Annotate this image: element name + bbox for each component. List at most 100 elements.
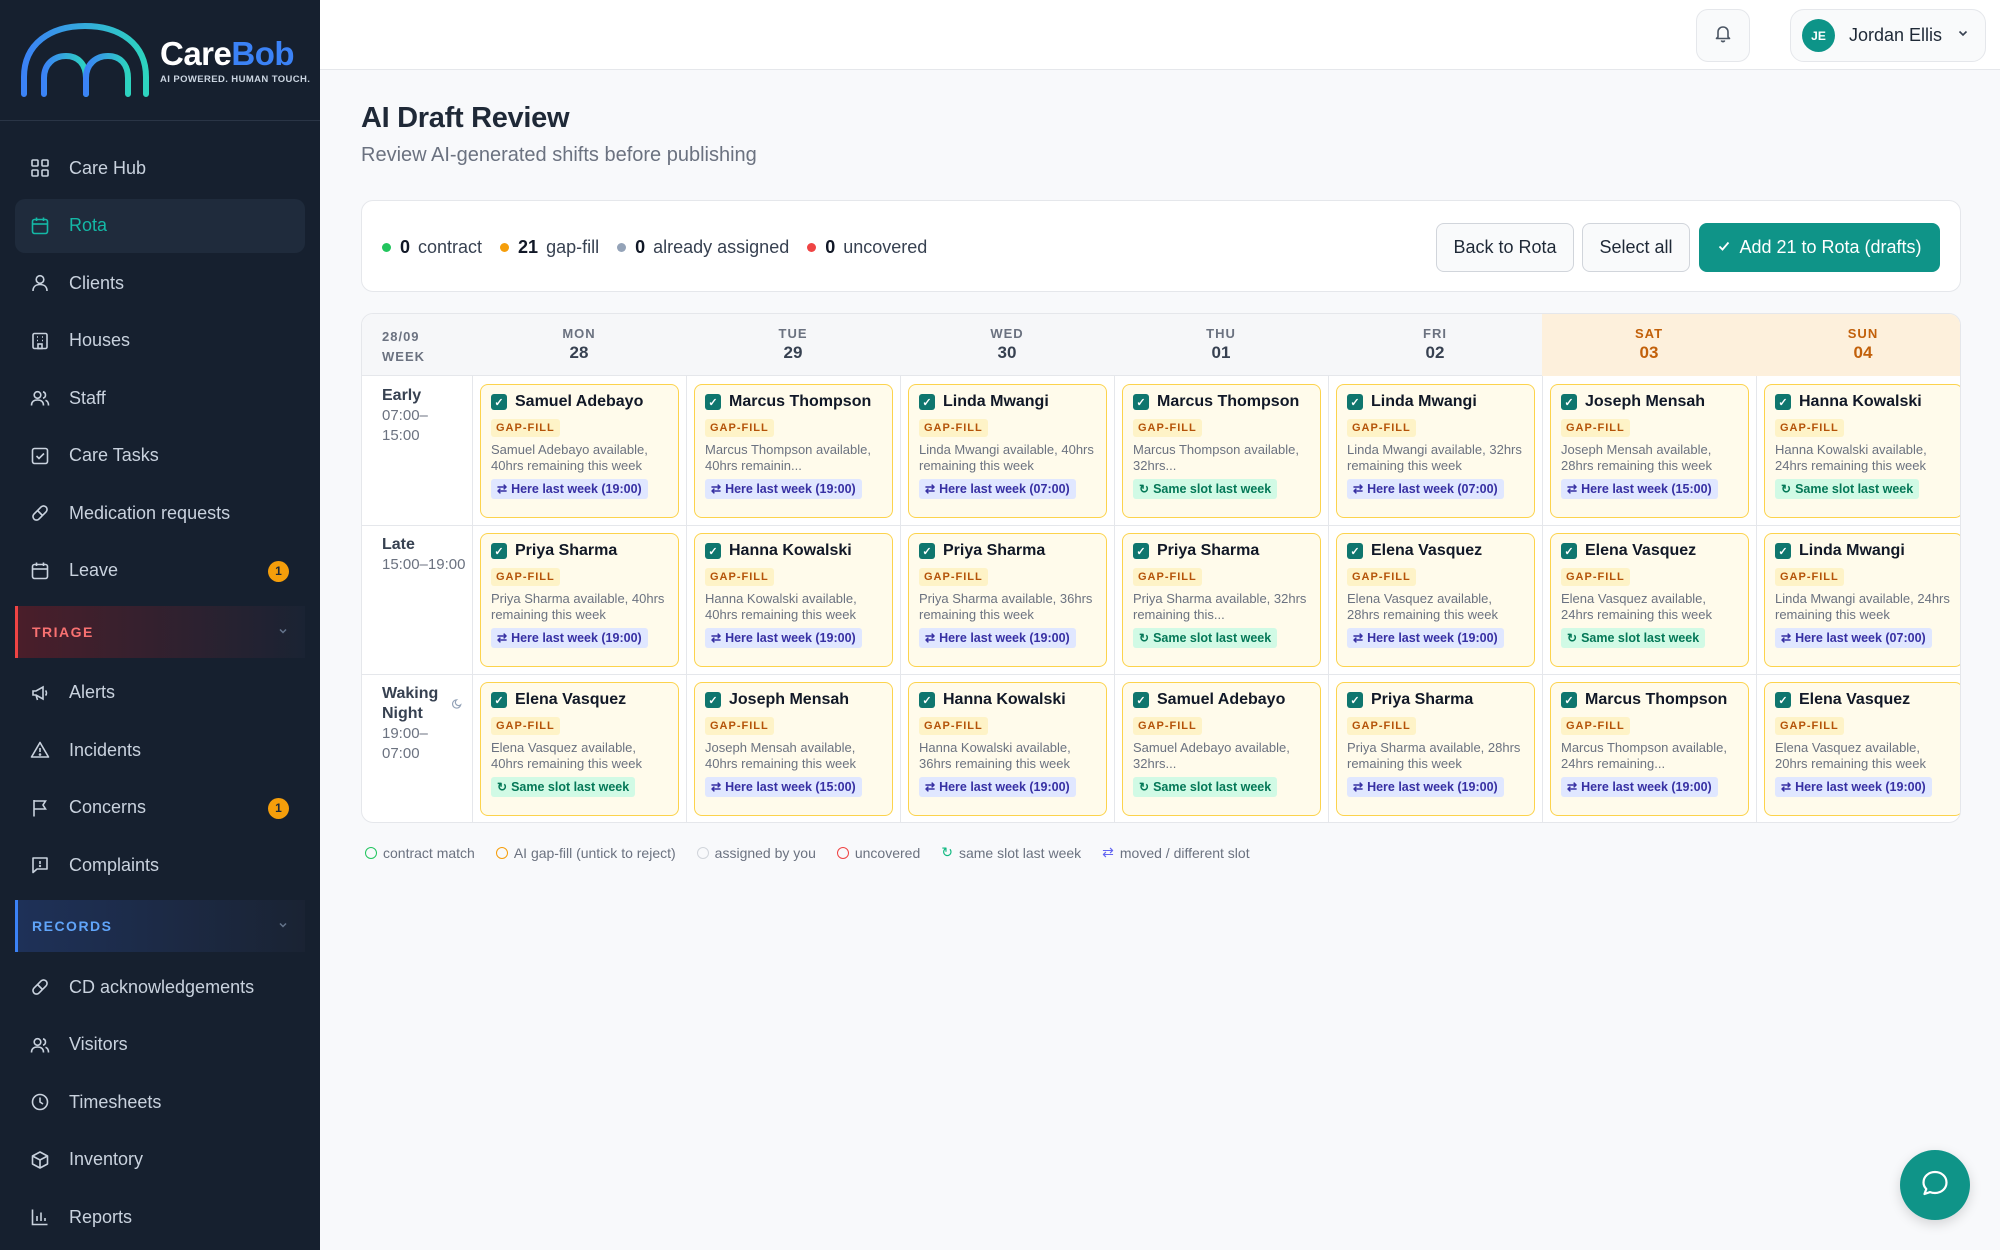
shift-card[interactable]: ✓ Priya Sharma GAP-FILL Priya Sharma availa… (480, 533, 679, 667)
shift-checkbox[interactable]: ✓ (1561, 543, 1577, 559)
shift-card[interactable]: ✓ Priya Sharma GAP-FILL Priya Sharma availa… (1122, 533, 1321, 667)
shift-checkbox[interactable]: ✓ (1133, 543, 1149, 559)
history-pill: ⇄ Here last week (19:00) (491, 479, 648, 499)
swap-icon: ⇄ (497, 631, 508, 645)
sidebar-item-houses[interactable]: Houses (15, 314, 305, 368)
shift-checkbox[interactable]: ✓ (491, 543, 507, 559)
user-menu-button[interactable]: JE Jordan Ellis (1790, 9, 1986, 62)
shift-card[interactable]: ✓ Priya Sharma GAP-FILL Priya Sharma availa… (1336, 682, 1535, 816)
triage-section-header[interactable]: TRIAGE (15, 605, 305, 658)
shift-checkbox[interactable]: ✓ (1561, 692, 1577, 708)
shift-checkbox[interactable]: ✓ (919, 394, 935, 410)
shift-card[interactable]: ✓ Hanna Kowalski GAP-FILL Hanna Kowalski av… (908, 682, 1107, 816)
legend-circle-icon (495, 846, 508, 859)
shift-card[interactable]: ✓ Samuel Adebayo GAP-FILL Samuel Adebayo av… (1122, 682, 1321, 816)
add-to-rota-label: Add 21 to Rota (drafts) (1739, 237, 1922, 257)
day-name: WED (990, 326, 1024, 341)
shift-card[interactable]: ✓ Joseph Mensah GAP-FILL Joseph Mensah avai… (1550, 384, 1749, 518)
shift-card[interactable]: ✓ Marcus Thompson GAP-FILL Marcus Thompson … (1122, 384, 1321, 518)
grid-header: 28/09 WEEK MON 28 TUE 29 WED 30 THU 01 FRI 02 SAT 0… (362, 314, 1960, 376)
shift-card[interactable]: ✓ Elena Vasquez GAP-FILL Elena Vasquez avai… (1336, 533, 1535, 667)
shift-card[interactable]: ✓ Elena Vasquez GAP-FILL Elena Vasquez avai… (480, 682, 679, 816)
shift-card[interactable]: ✓ Hanna Kowalski GAP-FILL Hanna Kowalski av… (1764, 384, 1960, 518)
shift-card[interactable]: ✓ Linda Mwangi GAP-FILL Linda Mwangi availa… (908, 384, 1107, 518)
availability-note: Joseph Mensah available, 40hrs remaining… (705, 740, 857, 771)
shift-checkbox[interactable]: ✓ (1775, 394, 1791, 410)
shift-checkbox[interactable]: ✓ (1133, 692, 1149, 708)
shift-card[interactable]: ✓ Linda Mwangi GAP-FILL Linda Mwangi availa… (1764, 533, 1960, 667)
swap-icon: ⇄ (1567, 780, 1578, 794)
notifications-button[interactable] (1696, 9, 1750, 62)
shift-checkbox[interactable]: ✓ (491, 692, 507, 708)
sidebar-item-alerts[interactable]: Alerts (15, 666, 305, 720)
shift-checkbox[interactable]: ✓ (705, 543, 721, 559)
page-subtitle: Review AI-generated shifts before publis… (361, 144, 757, 166)
shift-checkbox[interactable]: ✓ (1775, 692, 1791, 708)
availability-note: Priya Sharma available, 32hrs remaining … (1133, 591, 1307, 622)
availability-note: Marcus Thompson available, 40hrs remaini… (705, 442, 871, 473)
sidebar-item-leave[interactable]: Leave 1 (15, 544, 305, 598)
sidebar-item-care-tasks[interactable]: Care Tasks (15, 429, 305, 483)
history-pill: ⇄ Here last week (19:00) (1775, 777, 1932, 797)
swap-icon: ⇄ (1781, 780, 1792, 794)
sidebar-item-reports[interactable]: Reports (15, 1190, 305, 1244)
shift-card[interactable]: ✓ Marcus Thompson GAP-FILL Marcus Thompson … (1550, 682, 1749, 816)
sidebar-item-visitors[interactable]: Visitors (15, 1018, 305, 1072)
shift-checkbox[interactable]: ✓ (1347, 394, 1363, 410)
shift-checkbox[interactable]: ✓ (1347, 543, 1363, 559)
shift-checkbox[interactable]: ✓ (1561, 394, 1577, 410)
box-icon (29, 1149, 51, 1171)
gap-fill-tag: GAP-FILL (1561, 568, 1630, 586)
shift-checkbox[interactable]: ✓ (1775, 543, 1791, 559)
sidebar-item-label: Inventory (69, 1149, 144, 1169)
sidebar-item-cd-acknowledgements[interactable]: CD acknowledgements (15, 960, 305, 1014)
swap-icon: ⇄ (1781, 631, 1792, 645)
legend-item: ↻ same slot last week (941, 844, 1081, 861)
sidebar-item-label: Alerts (69, 682, 116, 702)
staff-name: Elena Vasquez (515, 691, 627, 708)
shift-checkbox[interactable]: ✓ (705, 394, 721, 410)
sidebar-item-complaints[interactable]: Complaints (15, 838, 305, 892)
availability-note: Linda Mwangi available, 24hrs remaining … (1775, 591, 1950, 622)
swap-icon: ⇄ (1353, 482, 1364, 496)
stat-uncovered: 0 uncovered (807, 237, 927, 258)
shift-card[interactable]: ✓ Samuel Adebayo GAP-FILL Samuel Adebayo av… (480, 384, 679, 518)
shift-checkbox[interactable]: ✓ (1347, 692, 1363, 708)
shift-card[interactable]: ✓ Hanna Kowalski GAP-FILL Hanna Kowalski av… (694, 533, 893, 667)
chat-button[interactable] (1900, 1150, 1970, 1220)
sidebar-item-incidents[interactable]: Incidents (15, 723, 305, 777)
sidebar-item-inventory[interactable]: Inventory (15, 1133, 305, 1187)
shift-card[interactable]: ✓ Marcus Thompson GAP-FILL Marcus Thompson … (694, 384, 893, 518)
history-pill-label: Same slot last week (1153, 482, 1272, 496)
logo[interactable]: CareBob AI POWERED. HUMAN TOUCH. (0, 0, 320, 121)
moon-icon (451, 696, 463, 714)
records-section-header[interactable]: RECORDS (15, 900, 305, 952)
shift-checkbox[interactable]: ✓ (1133, 394, 1149, 410)
sidebar-item-timesheets[interactable]: Timesheets (15, 1075, 305, 1129)
select-all-button[interactable]: Select all (1582, 223, 1690, 272)
sidebar-item-staff[interactable]: Staff (15, 371, 305, 425)
day-name: TUE (778, 326, 808, 341)
row-divider (362, 674, 1960, 675)
back-to-rota-button[interactable]: Back to Rota (1436, 223, 1574, 272)
add-to-rota-button[interactable]: Add 21 to Rota (drafts) (1699, 223, 1940, 272)
gap-fill-tag: GAP-FILL (1347, 717, 1416, 735)
availability-note: Marcus Thompson available, 32hrs... (1133, 442, 1299, 473)
shift-checkbox[interactable]: ✓ (491, 394, 507, 410)
sidebar-item-rota[interactable]: Rota (15, 198, 305, 253)
sidebar-item-clients[interactable]: Clients (15, 256, 305, 310)
shift-card[interactable]: ✓ Linda Mwangi GAP-FILL Linda Mwangi availa… (1336, 384, 1535, 518)
history-pill: ⇄ Here last week (15:00) (705, 777, 862, 797)
shift-card[interactable]: ✓ Priya Sharma GAP-FILL Priya Sharma availa… (908, 533, 1107, 667)
sidebar-item-concerns[interactable]: Concerns 1 (15, 781, 305, 835)
sidebar-item-label: Houses (69, 330, 131, 350)
shift-card[interactable]: ✓ Elena Vasquez GAP-FILL Elena Vasquez avai… (1764, 682, 1960, 816)
shift-card[interactable]: ✓ Joseph Mensah GAP-FILL Joseph Mensah avai… (694, 682, 893, 816)
sidebar-item-medication-requests[interactable]: Medication requests (15, 486, 305, 540)
shift-checkbox[interactable]: ✓ (919, 692, 935, 708)
shift-card[interactable]: ✓ Elena Vasquez GAP-FILL Elena Vasquez avai… (1550, 533, 1749, 667)
swap-icon: ⇄ (1102, 844, 1114, 860)
shift-checkbox[interactable]: ✓ (705, 692, 721, 708)
sidebar-item-care-hub[interactable]: Care Hub (15, 141, 305, 195)
shift-checkbox[interactable]: ✓ (919, 543, 935, 559)
